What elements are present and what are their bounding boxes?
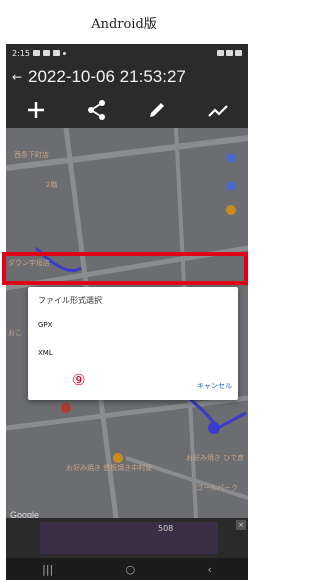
plus-icon (28, 102, 45, 118)
caption: Android版 (91, 16, 157, 32)
share-icon (87, 100, 105, 120)
google-logo: Google (10, 510, 40, 518)
share-button[interactable] (83, 96, 111, 124)
screenshot-frame: Android版 2:15 ← 2022-10-06 21:53:27 西条下町… (0, 0, 248, 580)
map-label: 西条下町店 (14, 151, 49, 159)
annotation-highlight-box (2, 252, 248, 285)
page-title: 2022-10-06 21:53:27 (28, 67, 186, 86)
chart-button[interactable] (204, 96, 232, 124)
navigation-bar: ||| ○ ‹ (6, 558, 248, 580)
cancel-button[interactable]: キャンセル (197, 381, 232, 391)
map-label: お好み焼き 鉄板焼き中村屋 (66, 464, 153, 472)
notification-icon (52, 50, 60, 56)
more-dot-icon (62, 51, 66, 55)
recent-apps-button[interactable]: ||| (42, 563, 53, 576)
ad-close-icon[interactable]: × (236, 520, 246, 530)
signal-icon (226, 50, 233, 56)
add-button[interactable] (22, 96, 50, 124)
option-gpx[interactable]: GPX (38, 321, 52, 329)
edit-button[interactable] (143, 96, 171, 124)
status-time: 2:15 (12, 48, 30, 58)
file-format-dialog: ファイル形式選択 GPX XML キャンセル (28, 287, 238, 400)
back-button[interactable]: ‹ (207, 563, 211, 576)
app-bar: ← 2022-10-06 21:53:27 (6, 62, 248, 92)
back-arrow-icon[interactable]: ← (6, 70, 28, 84)
map-label: 2階 (46, 181, 58, 189)
status-bar: 2:15 (6, 44, 248, 62)
map-label: おこ (8, 329, 22, 337)
map-label: お好み焼き ひで彦 (186, 454, 245, 462)
ad-banner[interactable]: 508 × (6, 518, 248, 558)
option-xml[interactable]: XML (38, 349, 53, 357)
pencil-icon (150, 103, 165, 117)
volume-icon (217, 50, 224, 56)
ad-badge: 508 (158, 524, 174, 533)
battery-icon (235, 50, 242, 56)
toolbar (6, 92, 248, 128)
home-button[interactable]: ○ (126, 563, 136, 576)
ad-image[interactable]: 508 (40, 522, 218, 554)
annotation-step-marker: ⑨ (72, 371, 86, 389)
dialog-title: ファイル形式選択 (38, 296, 102, 305)
map-label: ゴールパーク (196, 484, 238, 492)
chart-line-icon (207, 105, 228, 117)
gallery-icon (32, 50, 40, 56)
chat-icon (42, 50, 50, 56)
